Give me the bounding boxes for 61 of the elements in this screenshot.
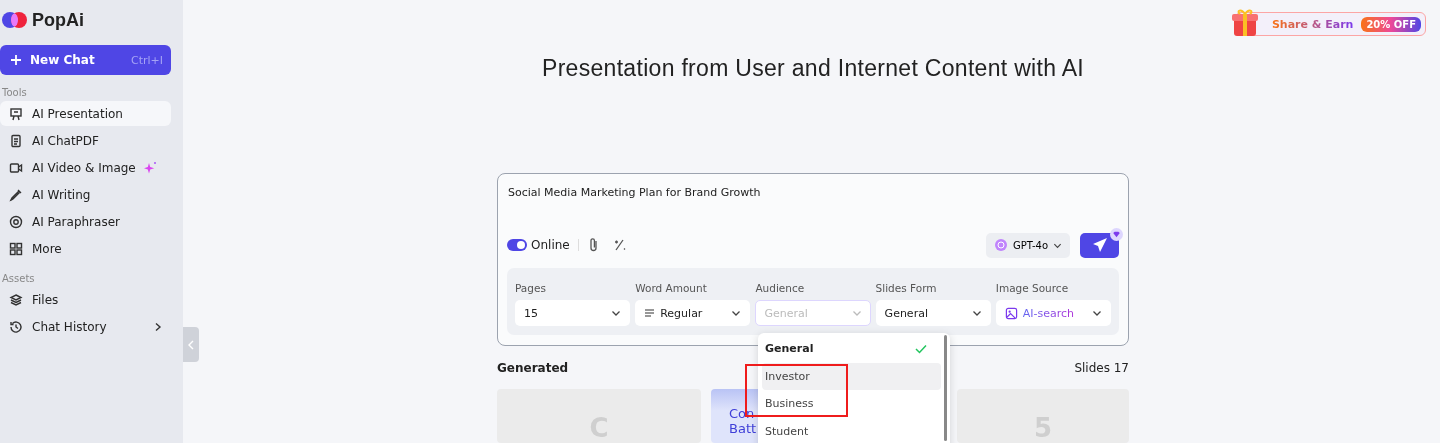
chevron-down-icon <box>851 308 862 318</box>
chevron-down-icon <box>1092 308 1102 318</box>
grid-icon <box>9 241 23 256</box>
chevron-down-icon <box>611 308 622 318</box>
pen-icon <box>9 187 23 202</box>
chevron-left-icon <box>187 339 195 350</box>
target-icon <box>9 214 23 229</box>
option-label: Word Amount <box>635 282 708 294</box>
online-toggle[interactable] <box>507 239 527 251</box>
sidebar-item[interactable]: Files <box>0 287 171 312</box>
sidebar-item[interactable]: AI Video & Image <box>0 155 171 180</box>
discount-badge: 20% OFF <box>1361 16 1421 32</box>
option-label: Pages <box>515 282 547 294</box>
layers-icon <box>9 292 23 307</box>
sidebar-item[interactable]: AI Presentation <box>0 101 171 126</box>
plus-icon <box>10 54 22 66</box>
send-button[interactable] <box>1080 232 1119 258</box>
option-label: Audience <box>755 282 806 294</box>
option-label: Image Source <box>995 282 1070 294</box>
sidebar-item[interactable]: AI Writing <box>0 182 171 207</box>
magic-wand-icon[interactable] <box>612 238 627 252</box>
select-field[interactable]: Regular <box>635 300 751 326</box>
sidebar-item[interactable]: AI ChatPDF <box>0 128 171 153</box>
sidebar-item[interactable]: AI Paraphraser <box>0 209 171 234</box>
chevron-down-icon <box>731 308 742 318</box>
page-title: Presentation from User and Internet Content with AI <box>541 55 1085 82</box>
model-icon <box>993 238 1008 252</box>
option-label: Slides Form <box>875 282 938 294</box>
easel-icon <box>9 106 23 121</box>
section-label: Tools <box>2 87 28 99</box>
lines-icon <box>644 308 656 318</box>
dropdown-option[interactable]: Student <box>762 417 941 443</box>
model-dropdown[interactable]: GPT-4o <box>985 232 1070 258</box>
dropdown-option[interactable]: General <box>762 335 941 363</box>
image-icon <box>1004 306 1018 320</box>
slide-count: Slides 17 <box>1074 361 1129 375</box>
video-icon <box>9 160 23 175</box>
dropdown-option[interactable]: Investor <box>762 362 941 390</box>
send-icon <box>1091 237 1108 253</box>
document-icon <box>9 133 23 148</box>
toggle-label: Online <box>531 238 570 252</box>
new-chat-button[interactable]: New Chat Ctrl+I <box>0 45 171 75</box>
sidebar-item[interactable]: More <box>0 236 171 261</box>
section-label: Assets <box>2 273 36 285</box>
scrollbar[interactable] <box>944 335 947 441</box>
prompt-input[interactable]: Social Media Marketing Plan for Brand Growth <box>507 186 1119 230</box>
section-title: Generated <box>497 361 569 375</box>
collapse-handle[interactable] <box>183 327 199 362</box>
share-earn-banner[interactable]: Share & Earn 20% OFF <box>1234 12 1426 36</box>
gem-icon <box>1110 228 1123 241</box>
sidebar-item[interactable]: Chat History <box>0 314 171 339</box>
history-icon <box>9 319 23 334</box>
dropdown-option[interactable]: Business <box>762 390 941 418</box>
select-field[interactable]: General <box>875 300 991 326</box>
logo-icon <box>2 10 28 30</box>
chevron-down-icon <box>971 308 982 318</box>
thumbnail-text: Batt <box>729 421 757 436</box>
select-field[interactable]: AI-search <box>995 300 1111 326</box>
brand-name: PopAi <box>32 9 84 31</box>
select-field[interactable]: 15 <box>515 300 631 326</box>
check-icon <box>915 343 927 354</box>
